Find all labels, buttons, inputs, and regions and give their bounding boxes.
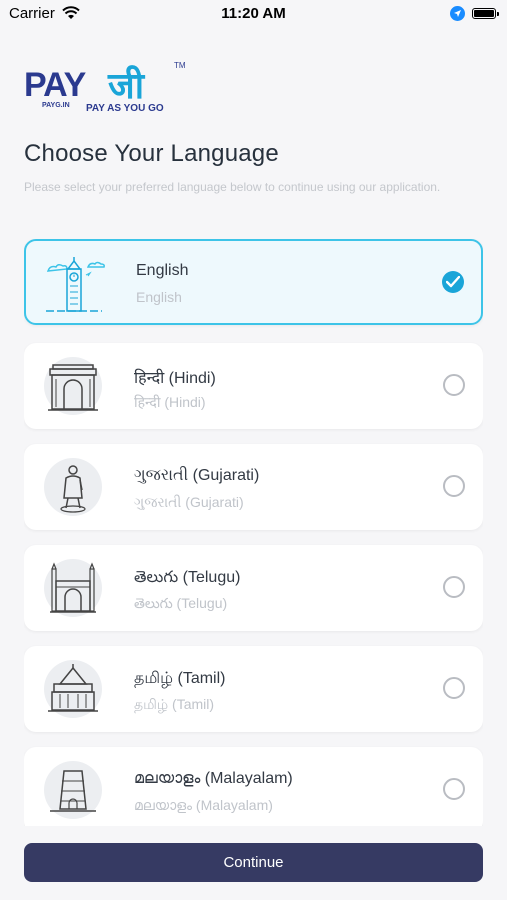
language-name: ગુજરાતી (Gujarati) bbox=[134, 467, 260, 484]
language-name: English bbox=[136, 262, 189, 279]
language-option-hindi[interactable]: हिन्दी (Hindi) हिन्दी (Hindi) bbox=[24, 343, 483, 429]
svg-text:PAYG.IN: PAYG.IN bbox=[42, 102, 70, 109]
page-title: Choose Your Language bbox=[24, 140, 279, 167]
page-subtitle: Please select your preferred language be… bbox=[24, 180, 441, 194]
radio-unchecked-icon[interactable] bbox=[443, 374, 465, 396]
language-native-name: తెలుగు (Telugu) bbox=[134, 595, 228, 611]
language-native-name: English bbox=[136, 289, 182, 305]
language-option-tamil[interactable]: தமிழ் (Tamil) தமிழ் (Tamil) bbox=[24, 646, 483, 732]
language-option-english[interactable]: English English bbox=[24, 239, 483, 325]
battery-icon bbox=[472, 8, 499, 19]
temple-icon bbox=[44, 660, 102, 718]
india-gate-icon bbox=[44, 357, 102, 415]
radio-unchecked-icon[interactable] bbox=[443, 576, 465, 598]
language-name: हिन्दी (Hindi) bbox=[134, 370, 216, 387]
status-bar: Carrier 11:20 AM bbox=[0, 0, 507, 28]
language-native-name: മലയാളം (Malayalam) bbox=[134, 797, 273, 813]
radio-unchecked-icon[interactable] bbox=[443, 475, 465, 497]
radio-checked-icon[interactable] bbox=[442, 271, 464, 293]
radio-unchecked-icon[interactable] bbox=[443, 677, 465, 699]
location-arrow-icon bbox=[450, 6, 465, 21]
payji-logo: PAY जी TM PAYG.IN PAY AS YOU GO bbox=[24, 58, 194, 118]
language-option-malayalam[interactable]: മലയാളം (Malayalam) മലയാളം (Malayalam) bbox=[24, 747, 483, 826]
language-name: தமிழ் (Tamil) bbox=[134, 670, 226, 687]
language-native-name: தமிழ் (Tamil) bbox=[134, 696, 215, 712]
svg-text:PAY AS YOU GO: PAY AS YOU GO bbox=[86, 103, 164, 114]
gopuram-icon bbox=[44, 761, 102, 819]
radio-unchecked-icon[interactable] bbox=[443, 778, 465, 800]
svg-text:जी: जी bbox=[107, 65, 146, 107]
language-native-name: हिन्दी (Hindi) bbox=[134, 394, 206, 410]
charminar-icon bbox=[44, 559, 102, 617]
language-list: English English हिन्दी (Hindi) हिन्दी (H… bbox=[24, 239, 483, 826]
language-option-gujarati[interactable]: ગુજરાતી (Gujarati) ગુજરાતી (Gujarati) bbox=[24, 444, 483, 530]
language-option-telugu[interactable]: తెలుగు (Telugu) తెలుగు (Telugu) bbox=[24, 545, 483, 631]
language-name: తెలుగు (Telugu) bbox=[134, 569, 241, 586]
svg-text:TM: TM bbox=[174, 61, 186, 70]
status-time: 11:20 AM bbox=[221, 5, 286, 22]
language-native-name: ગુજરાતી (Gujarati) bbox=[134, 494, 244, 510]
language-name: മലയാളം (Malayalam) bbox=[134, 770, 293, 787]
big-ben-icon bbox=[46, 255, 105, 313]
continue-button[interactable]: Continue bbox=[24, 843, 483, 882]
svg-text:PAY: PAY bbox=[24, 66, 87, 104]
statue-of-unity-icon bbox=[44, 458, 102, 516]
